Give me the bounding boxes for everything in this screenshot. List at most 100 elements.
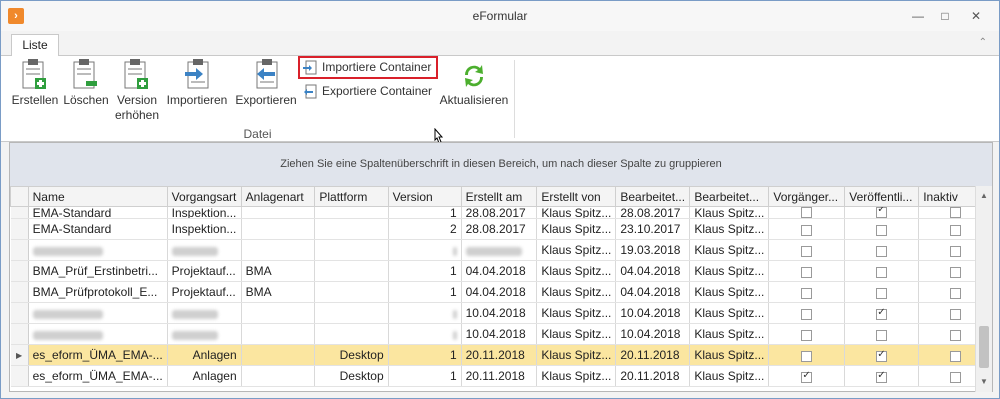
veroeffentlicht-checkbox[interactable] — [876, 370, 888, 383]
cell-bearbeitet-von[interactable]: Klaus Spitz... — [689, 218, 770, 241]
col-header-anlagenart[interactable]: Anlagenart — [240, 186, 316, 207]
cell-vorgangsart[interactable]: Projektauf... — [167, 260, 242, 283]
cell-version[interactable] — [388, 302, 462, 325]
scrollbar-thumb[interactable] — [979, 326, 989, 368]
cell-erstellt-von[interactable]: Klaus Spitz... — [536, 323, 617, 346]
cell-bearbeitet-von[interactable]: Klaus Spitz... — [689, 323, 770, 346]
row-indicator[interactable] — [10, 281, 29, 304]
row-indicator[interactable] — [10, 323, 29, 346]
col-header-erstellt-von[interactable]: Erstellt von — [536, 186, 617, 207]
cell-vorgangsart[interactable]: Inspektion... — [167, 206, 242, 220]
table-row[interactable]: Klaus Spitz... 19.03.2018 Klaus Spitz... — [10, 239, 992, 262]
scroll-up-icon[interactable]: ▲ — [976, 188, 992, 204]
cell-bearbeitet-von[interactable]: Klaus Spitz... — [689, 302, 770, 325]
loeschen-button[interactable]: Löschen — [63, 56, 109, 108]
row-indicator[interactable]: ▶ — [10, 344, 29, 367]
cell-erstellt-am[interactable]: 10.04.2018 — [461, 323, 538, 346]
cell-erstellt-am[interactable] — [461, 239, 538, 262]
inaktiv-checkbox[interactable] — [949, 350, 961, 362]
row-indicator[interactable] — [10, 302, 29, 325]
veroeffentlicht-checkbox[interactable] — [876, 307, 888, 320]
cell-name[interactable]: es_eform_ÜMA_EMA-... — [28, 344, 168, 367]
cell-erstellt-von[interactable]: Klaus Spitz... — [536, 239, 617, 262]
cell-version[interactable]: 1 — [388, 344, 462, 367]
vorgaenger-checkbox[interactable] — [801, 224, 813, 236]
inaktiv-checkbox[interactable] — [949, 224, 961, 236]
inaktiv-checkbox[interactable] — [949, 329, 961, 341]
cell-name[interactable]: BMA_Prüf_Erstinbetri... — [28, 260, 168, 283]
cell-erstellt-am[interactable]: 10.04.2018 — [461, 302, 538, 325]
cell-vorgangsart[interactable] — [167, 302, 242, 325]
cell-name[interactable] — [28, 239, 168, 262]
cell-vorgangsart[interactable] — [167, 323, 242, 346]
cell-erstellt-von[interactable]: Klaus Spitz... — [536, 206, 617, 220]
cell-bearbeitet-am[interactable]: 04.04.2018 — [615, 281, 691, 304]
exportiere-container-button[interactable]: Exportiere Container — [300, 82, 440, 102]
group-by-panel[interactable]: Ziehen Sie eine Spaltenüberschrift in di… — [10, 143, 992, 186]
inaktiv-checkbox[interactable] — [949, 287, 961, 299]
cell-bearbeitet-am[interactable]: 20.11.2018 — [615, 344, 691, 367]
cell-plattform[interactable]: Desktop — [314, 344, 389, 367]
cell-erstellt-von[interactable]: Klaus Spitz... — [536, 281, 617, 304]
veroeffentlicht-checkbox[interactable] — [876, 224, 888, 236]
cell-name[interactable] — [28, 302, 168, 325]
col-header-plattform[interactable]: Plattform — [314, 186, 389, 207]
cell-bearbeitet-am[interactable]: 23.10.2017 — [615, 218, 691, 241]
veroeffentlicht-checkbox[interactable] — [876, 287, 888, 299]
cell-anlagenart[interactable] — [241, 302, 316, 325]
cell-bearbeitet-am[interactable]: 10.04.2018 — [615, 302, 691, 325]
cell-erstellt-von[interactable]: Klaus Spitz... — [536, 302, 617, 325]
inaktiv-checkbox[interactable] — [949, 308, 961, 320]
cell-anlagenart[interactable]: BMA — [241, 281, 316, 304]
inaktiv-checkbox[interactable] — [949, 371, 961, 383]
col-header-version[interactable]: Version — [387, 186, 462, 207]
cell-erstellt-am[interactable]: 04.04.2018 — [461, 260, 538, 283]
cell-erstellt-von[interactable]: Klaus Spitz... — [536, 344, 617, 367]
table-row[interactable]: EMA-Standard Inspektion... 2 28.08.2017 Klau… — [10, 218, 992, 241]
vorgaenger-checkbox[interactable] — [801, 329, 813, 341]
aktualisieren-button[interactable]: Aktualisieren — [438, 56, 510, 108]
cell-bearbeitet-von[interactable]: Klaus Spitz... — [689, 365, 770, 388]
table-row[interactable]: 10.04.2018 Klaus Spitz... 10.04.2018 Klaus … — [10, 323, 992, 346]
col-header-bearbeitet-am[interactable]: Bearbeitet... — [615, 186, 691, 207]
vertical-scrollbar[interactable]: ▲ ▼ — [975, 186, 992, 392]
veroeffentlicht-checkbox[interactable] — [876, 207, 888, 218]
cell-erstellt-von[interactable]: Klaus Spitz... — [536, 260, 617, 283]
col-header-vorgaenger[interactable]: Vorgänger... — [768, 186, 846, 207]
cell-anlagenart[interactable] — [241, 206, 316, 220]
cell-plattform[interactable] — [314, 206, 389, 220]
cell-bearbeitet-am[interactable]: 20.11.2018 — [615, 365, 691, 388]
col-header-veroeffentlicht[interactable]: Veröffentli... — [844, 186, 920, 207]
cell-plattform[interactable] — [314, 302, 389, 325]
cell-vorgangsart[interactable]: Projektauf... — [167, 281, 242, 304]
cell-vorgangsart[interactable]: Inspektion... — [167, 218, 242, 241]
table-row[interactable]: EMA-Standard Inspektion... 1 28.08.2017 Klau… — [10, 206, 992, 220]
cell-erstellt-am[interactable]: 20.11.2018 — [461, 365, 538, 388]
importiere-container-button[interactable]: Importiere Container — [298, 56, 438, 79]
vorgaenger-checkbox[interactable] — [801, 266, 813, 278]
importieren-button[interactable]: Importieren — [164, 56, 230, 108]
table-row[interactable]: ▶ es_eform_ÜMA_EMA-... Anlagen Desktop 1 20.1… — [10, 344, 992, 367]
cell-bearbeitet-am[interactable]: 04.04.2018 — [615, 260, 691, 283]
cell-vorgangsart[interactable] — [167, 239, 242, 262]
row-indicator[interactable] — [10, 260, 29, 283]
cell-erstellt-von[interactable]: Klaus Spitz... — [536, 365, 617, 388]
veroeffentlicht-checkbox[interactable] — [876, 266, 888, 278]
cell-name[interactable]: EMA-Standard — [28, 218, 168, 241]
collapse-ribbon-icon[interactable]: ⌃ — [979, 37, 987, 48]
version-erhoehen-button[interactable]: Version erhöhen — [113, 56, 161, 123]
cell-anlagenart[interactable]: BMA — [241, 260, 316, 283]
scroll-down-icon[interactable]: ▼ — [976, 374, 992, 390]
table-row[interactable]: BMA_Prüf_Erstinbetri... Projektauf... BMA 1… — [10, 260, 992, 283]
row-indicator[interactable] — [10, 218, 29, 241]
cell-bearbeitet-von[interactable]: Klaus Spitz... — [689, 206, 770, 220]
cell-bearbeitet-von[interactable]: Klaus Spitz... — [689, 281, 770, 304]
inaktiv-checkbox[interactable] — [949, 245, 961, 257]
cell-erstellt-von[interactable]: Klaus Spitz... — [536, 218, 617, 241]
tab-liste[interactable]: Liste — [11, 34, 59, 57]
exportieren-button[interactable]: Exportieren — [234, 56, 298, 108]
cell-anlagenart[interactable] — [241, 218, 316, 241]
cell-erstellt-am[interactable]: 04.04.2018 — [461, 281, 538, 304]
table-row[interactable]: es_eform_ÜMA_EMA-... Anlagen Desktop 1 20.11… — [10, 365, 992, 388]
table-row[interactable]: 10.04.2018 Klaus Spitz... 10.04.2018 Klaus … — [10, 302, 992, 325]
